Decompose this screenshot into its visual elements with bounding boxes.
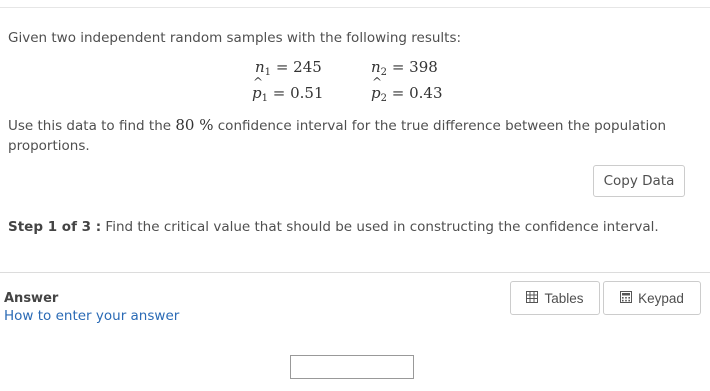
p2-value: 0.43: [409, 84, 443, 102]
keypad-button[interactable]: Keypad: [603, 281, 701, 315]
answer-input[interactable]: [290, 355, 414, 379]
answer-divider: [0, 272, 710, 273]
step-label: Step 1 of 3 :: [8, 219, 102, 235]
p2-expression: p2 = 0.43: [371, 75, 443, 104]
step-text: Find the critical value that should be u…: [101, 219, 659, 235]
answer-label: Answer: [4, 291, 59, 306]
how-to-enter-link[interactable]: How to enter your answer: [4, 308, 179, 324]
problem-intro: Given two independent random samples wit…: [8, 30, 462, 46]
n1-value: 245: [293, 58, 322, 76]
copy-data-button[interactable]: Copy Data: [593, 165, 685, 197]
tables-button-label: Tables: [544, 290, 584, 306]
n1-expression: n1 = 245: [255, 58, 322, 78]
top-divider: [0, 7, 710, 8]
table-grid-icon: [526, 290, 539, 306]
problem-instruction: Use this data to find the 80 % confidenc…: [8, 116, 667, 154]
keypad-button-label: Keypad: [638, 290, 684, 306]
calculator-icon: [620, 290, 633, 306]
confidence-level: 80 %: [175, 116, 214, 134]
p1-expression: p1 = 0.51: [252, 75, 324, 104]
tables-button[interactable]: Tables: [510, 281, 600, 315]
step-prompt: Step 1 of 3 : Find the critical value th…: [8, 219, 659, 235]
n2-value: 398: [409, 58, 438, 76]
p1-value: 0.51: [290, 84, 324, 102]
